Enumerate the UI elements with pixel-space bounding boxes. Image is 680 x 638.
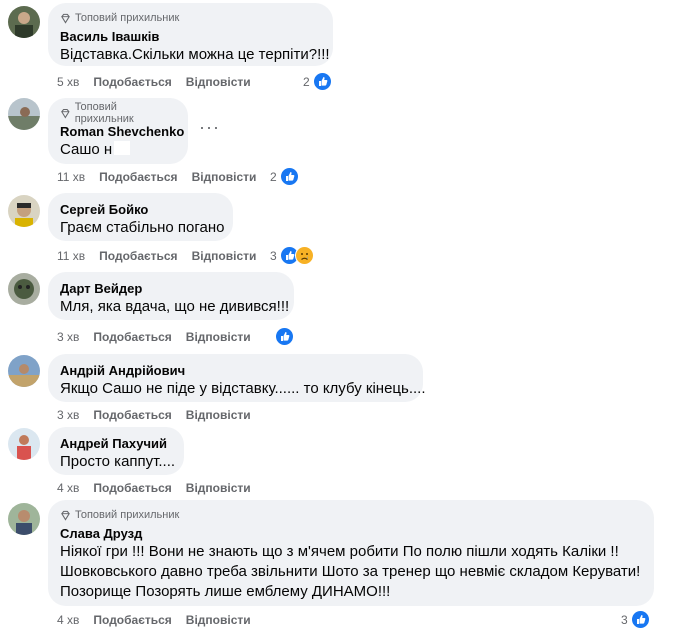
more-options-icon[interactable]: ··· <box>199 117 220 138</box>
avatar[interactable] <box>8 6 40 38</box>
top-fan-label: Топовий прихильник <box>74 101 134 125</box>
comment-actions: 4 хв Подобається Відповісти <box>57 481 251 495</box>
comment-bubble: Топовий прихильник Roman Shevchenko Сашо… <box>48 98 188 164</box>
diamond-icon <box>61 510 70 521</box>
comment-author[interactable]: Слава Друзд <box>60 525 642 542</box>
like-reaction-icon <box>630 610 650 629</box>
comment-bubble: Андрей Пахучий Просто каппут.... <box>48 427 184 475</box>
comment-text-line: Позорище Позорять лише емблему ДИНАМО!!! <box>60 583 391 600</box>
comment-text: Якщо Сашо не піде у відставку...... то к… <box>60 380 426 397</box>
top-fan-label: Топовий прихильник <box>75 12 180 24</box>
comment-bubble: Сергей Бойко Граєм стабільно погано <box>48 193 233 241</box>
top-fan-label: Топовий прихильник <box>75 509 180 521</box>
comment-time[interactable]: 11 хв <box>57 170 85 184</box>
comment-text: Мля, яка вдача, що не дивився!!! <box>60 298 290 315</box>
reply-button[interactable]: Відповісти <box>186 613 251 627</box>
comment-author[interactable]: Василь Івашків <box>60 28 321 45</box>
reaction-count[interactable] <box>275 327 294 346</box>
comment-actions: 11 хв Подобається Відповісти <box>57 249 256 263</box>
comment-time[interactable]: 3 хв <box>57 408 79 422</box>
top-fan-badge: Топовий прихильник <box>60 11 321 25</box>
sad-reaction-icon <box>294 246 314 265</box>
like-button[interactable]: Подобається <box>93 481 171 495</box>
like-reaction-icon <box>279 167 299 186</box>
comment-time[interactable]: 4 хв <box>57 481 79 495</box>
comment-bubble: Дарт Вейдер Мля, яка вдача, що не дививс… <box>48 272 294 320</box>
comment-text: Сашо н <box>60 140 176 160</box>
like-button[interactable]: Подобається <box>93 613 171 627</box>
comment-bubble: Топовий прихильник Слава Друзд Ніякої гр… <box>48 500 654 606</box>
reaction-number: 3 <box>270 248 277 263</box>
comment-time[interactable]: 4 хв <box>57 613 79 627</box>
reply-button[interactable]: Відповісти <box>192 249 257 263</box>
comment-author[interactable]: Сергей Бойко <box>60 201 221 218</box>
comment-author[interactable]: Roman Shevchenko <box>60 123 184 140</box>
redaction-block <box>114 141 131 155</box>
like-button[interactable]: Подобається <box>99 170 177 184</box>
avatar[interactable] <box>8 195 40 227</box>
comment-time[interactable]: 3 хв <box>57 330 79 344</box>
comment-text-value: Сашо н <box>60 141 113 158</box>
like-button[interactable]: Подобається <box>93 330 171 344</box>
comment-author[interactable]: Андрей Пахучий <box>60 435 172 452</box>
reply-button[interactable]: Відповісти <box>186 481 251 495</box>
comment-author[interactable]: Дарт Вейдер <box>60 280 282 297</box>
reaction-number: 2 <box>270 169 277 184</box>
avatar[interactable] <box>8 355 40 387</box>
comment-time[interactable]: 11 хв <box>57 249 85 263</box>
comment-text-line: Шовковського давно треба звільнити Шото … <box>60 563 641 580</box>
comment-actions: 4 хв Подобається Відповісти <box>57 613 251 627</box>
avatar[interactable] <box>8 273 40 305</box>
comment-text: Відставка.Скільки можна це терпіти?!!! <box>60 46 330 63</box>
comment-text: Граєм стабільно погано <box>60 219 225 236</box>
reaction-count[interactable]: 3 <box>621 610 650 629</box>
like-reaction-icon <box>312 72 332 91</box>
diamond-icon <box>61 13 70 24</box>
comment-bubble: Андрій Андрійович Якщо Сашо не піде у ві… <box>48 354 426 402</box>
like-button[interactable]: Подобається <box>99 249 177 263</box>
comment-actions: 3 хв Подобається Відповісти <box>57 408 251 422</box>
reaction-count[interactable]: 2 <box>303 72 332 91</box>
reaction-number: 3 <box>621 612 628 627</box>
reply-button[interactable]: Відповісти <box>186 408 251 422</box>
comment-text-line: Ніякої гри !!! Вони не знають що з м'яче… <box>60 543 619 560</box>
comment-author[interactable]: Андрій Андрійович <box>60 362 411 379</box>
comment-text: Просто каппут.... <box>60 453 176 470</box>
comment-time[interactable]: 5 хв <box>57 75 79 89</box>
top-fan-badge: Топовий прихильник <box>60 101 176 125</box>
reaction-number: 2 <box>303 74 310 89</box>
top-fan-badge: Топовий прихильник <box>60 508 642 522</box>
comment-actions: 3 хв Подобається Відповісти <box>57 330 251 344</box>
reaction-count[interactable]: 3 <box>270 246 314 265</box>
like-button[interactable]: Подобається <box>93 75 171 89</box>
reply-button[interactable]: Відповісти <box>186 330 251 344</box>
reply-button[interactable]: Відповісти <box>192 170 257 184</box>
reaction-count[interactable]: 2 <box>270 167 299 186</box>
comment-bubble: Топовий прихильник Василь Івашків Відста… <box>48 3 333 66</box>
comment-actions: 5 хв Подобається Відповісти <box>57 75 251 89</box>
like-button[interactable]: Подобається <box>93 408 171 422</box>
avatar[interactable] <box>8 98 40 130</box>
avatar[interactable] <box>8 503 40 535</box>
avatar[interactable] <box>8 428 40 460</box>
diamond-icon <box>61 108 70 119</box>
like-reaction-icon <box>275 327 294 346</box>
comment-actions: 11 хв Подобається Відповісти <box>57 170 256 184</box>
reply-button[interactable]: Відповісти <box>186 75 251 89</box>
